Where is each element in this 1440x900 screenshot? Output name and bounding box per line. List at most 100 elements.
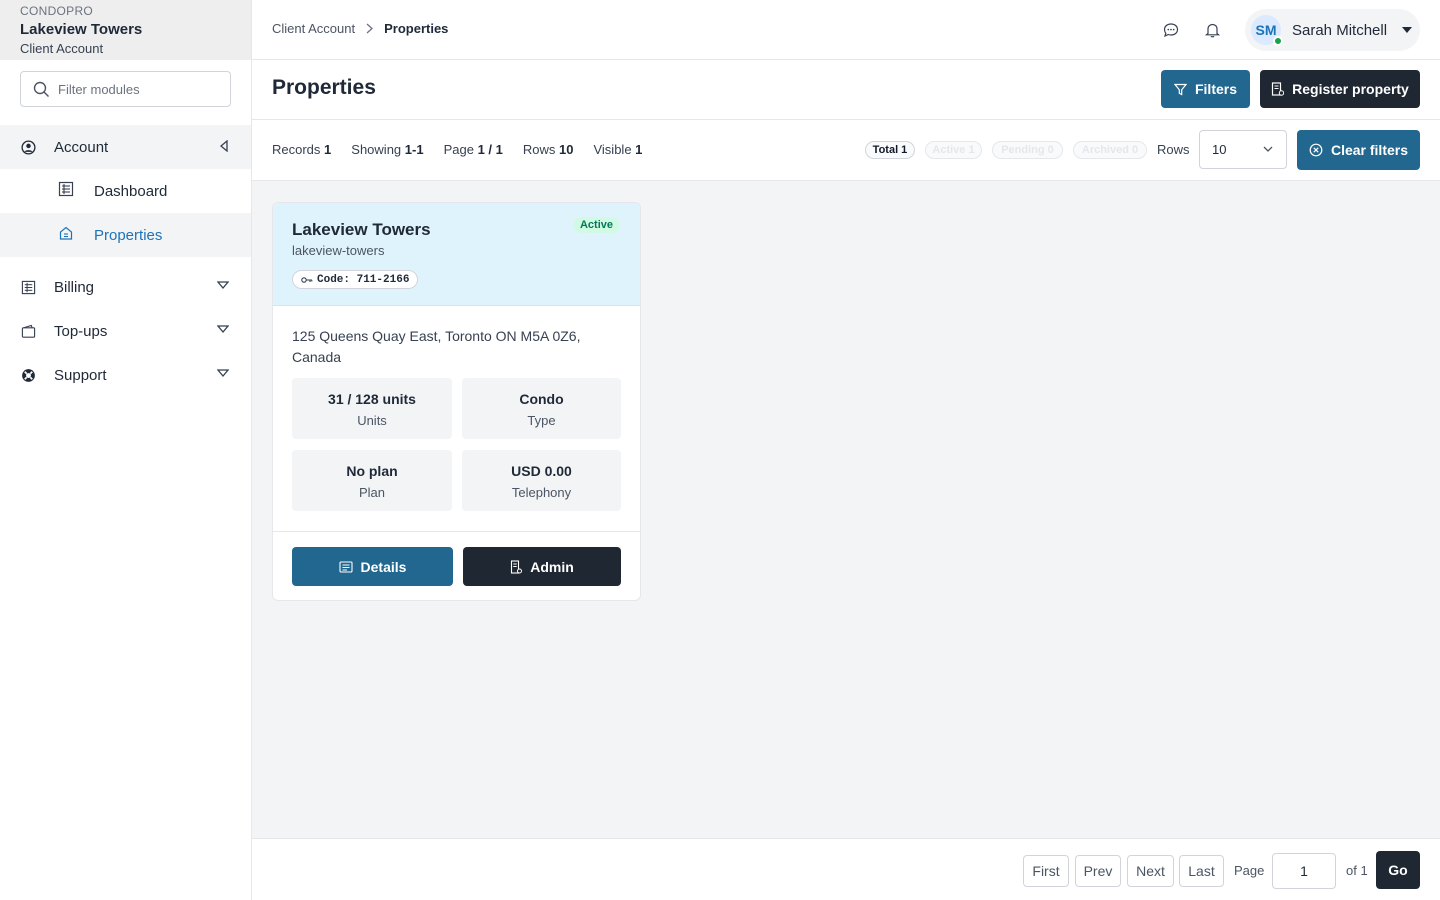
chip-archived[interactable]: Archived 0 xyxy=(1073,141,1147,159)
sidebar-item-label: Dashboard xyxy=(94,182,168,200)
sidebar-item-billing[interactable]: Billing xyxy=(0,265,251,309)
page-header: Properties Filters Register property xyxy=(252,60,1440,120)
chip-pending[interactable]: Pending 0 xyxy=(992,141,1063,159)
search-icon xyxy=(33,81,49,97)
property-address: 125 Queens Quay East, Toronto ON M5A 0Z6… xyxy=(292,328,581,365)
stat-showing: Showing 1-1 xyxy=(351,142,424,157)
card-divider xyxy=(273,531,640,532)
page-count-label: of 1 xyxy=(1346,863,1368,878)
tile-plan: No plan Plan xyxy=(292,450,452,511)
sidebar-item-label: Properties xyxy=(94,226,163,244)
admin-button[interactable]: Admin xyxy=(463,547,621,586)
stats-bar: Records 1 Showing 1-1 Page 1 / 1 Rows 10… xyxy=(252,120,1440,181)
chevron-right-icon xyxy=(366,23,374,34)
sidebar-item-label: Support xyxy=(54,366,107,384)
user-name: Sarah Mitchell xyxy=(1292,21,1388,39)
prev-page-button[interactable]: Prev xyxy=(1075,855,1121,887)
sidebar-item-label: Account xyxy=(54,138,109,156)
sidebar-item-properties[interactable]: Properties xyxy=(0,213,251,257)
funnel-icon xyxy=(1173,83,1187,96)
first-page-button[interactable]: First xyxy=(1023,855,1069,887)
rows-label: Rows xyxy=(1157,142,1190,157)
key-icon xyxy=(301,276,313,283)
breadcrumb-current: Properties xyxy=(384,21,449,36)
chevron-down-icon xyxy=(217,369,229,378)
tile-value: USD 0.00 xyxy=(511,463,572,479)
property-code-tag: Code: 711-2166 xyxy=(292,270,419,289)
close-circle-icon xyxy=(1309,143,1323,157)
chip-active[interactable]: Active 1 xyxy=(925,141,982,159)
breadcrumb-client-account[interactable]: Client Account xyxy=(272,21,355,36)
last-page-button[interactable]: Last xyxy=(1179,855,1224,887)
admin-label: Admin xyxy=(530,558,574,575)
sidebar-item-dashboard[interactable]: Dashboard xyxy=(0,169,251,213)
brand-property-name: Lakeview Towers xyxy=(20,21,143,38)
sidebar-item-top-ups[interactable]: Top-ups xyxy=(0,309,251,353)
page-label: Page xyxy=(1234,863,1265,878)
details-label: Details xyxy=(360,558,407,575)
collapse-caret-icon xyxy=(219,140,228,152)
rows-select-value: 10 xyxy=(1212,142,1227,157)
page-number-input[interactable] xyxy=(1272,853,1336,889)
tile-label: Plan xyxy=(358,485,386,500)
next-page-button[interactable]: Next xyxy=(1127,855,1174,887)
top-bar: Client Account Properties SM Sarah Mitch… xyxy=(252,0,1440,60)
sidebar-item-account[interactable]: Account xyxy=(0,125,251,169)
tile-label: Units xyxy=(357,413,387,428)
wallet-icon xyxy=(20,323,36,339)
avatar: SM xyxy=(1251,15,1283,46)
document-icon xyxy=(338,560,353,573)
caret-down-icon xyxy=(1402,27,1412,33)
user-menu[interactable]: SM Sarah Mitchell xyxy=(1245,9,1420,51)
sidebar-item-label: Billing xyxy=(54,278,95,296)
chevron-down-icon xyxy=(217,325,229,334)
sidebar-nav: Account Dashboard Properties Billing Top… xyxy=(0,125,251,397)
rows-per-page-select[interactable]: 10 xyxy=(1199,130,1287,169)
chat-icon[interactable] xyxy=(1161,20,1181,40)
filters-label: Filters xyxy=(1194,81,1237,97)
clear-filters-label: Clear filters xyxy=(1330,142,1409,158)
brand-context: Client Account xyxy=(20,41,104,56)
tile-telephony: USD 0.00 Telephony xyxy=(462,450,621,511)
stat-visible: Visible 1 xyxy=(593,142,643,157)
tile-label: Type xyxy=(527,413,556,428)
stat-records: Records 1 xyxy=(272,142,332,157)
clear-filters-button[interactable]: Clear filters xyxy=(1297,130,1420,170)
property-code: Code: 711-2166 xyxy=(317,273,410,286)
filters-button[interactable]: Filters xyxy=(1161,70,1250,108)
register-property-button[interactable]: Register property xyxy=(1260,70,1420,108)
stat-rows: Rows 10 xyxy=(522,142,574,157)
tile-value: 31 / 128 units xyxy=(328,391,416,407)
chevron-down-icon xyxy=(217,281,229,290)
register-property-label: Register property xyxy=(1292,81,1409,97)
stat-page: Page 1 / 1 xyxy=(443,142,503,157)
building-icon xyxy=(58,225,74,246)
tile-units: 31 / 128 units Units xyxy=(292,378,452,439)
property-card: Lakeview Towers lakeview-towers Code: 71… xyxy=(272,202,641,601)
result-stats: Records 1 Showing 1-1 Page 1 / 1 Rows 10… xyxy=(272,142,662,157)
list-icon xyxy=(58,181,74,202)
bell-icon[interactable] xyxy=(1202,20,1222,40)
property-name: Lakeview Towers xyxy=(292,220,431,239)
sidebar: CONDOPRO Lakeview Towers Client Account … xyxy=(0,0,252,900)
lifebuoy-icon xyxy=(20,367,36,383)
go-button[interactable]: Go xyxy=(1376,851,1420,889)
property-slug: lakeview-towers xyxy=(292,243,385,258)
chevron-down-icon xyxy=(1263,146,1273,152)
details-button[interactable]: Details xyxy=(292,547,453,586)
sidebar-item-label: Top-ups xyxy=(54,322,108,340)
brand-block: CONDOPRO Lakeview Towers Client Account xyxy=(0,0,251,60)
tile-value: No plan xyxy=(346,463,398,479)
tile-label: Telephony xyxy=(511,485,572,500)
online-status-dot xyxy=(1273,36,1283,46)
sidebar-item-support[interactable]: Support xyxy=(0,353,251,397)
chip-total[interactable]: Total 1 xyxy=(865,141,915,159)
tile-type: Condo Type xyxy=(462,378,621,439)
module-filter-input[interactable] xyxy=(58,81,218,97)
building-admin-icon xyxy=(510,559,523,574)
avatar-initials: SM xyxy=(1255,22,1277,38)
invoice-icon xyxy=(20,279,36,295)
status-badge: Active xyxy=(572,217,620,233)
page-title: Properties xyxy=(272,76,376,99)
pagination-bar: First Prev Next Last Page of 1 Go xyxy=(252,838,1440,900)
